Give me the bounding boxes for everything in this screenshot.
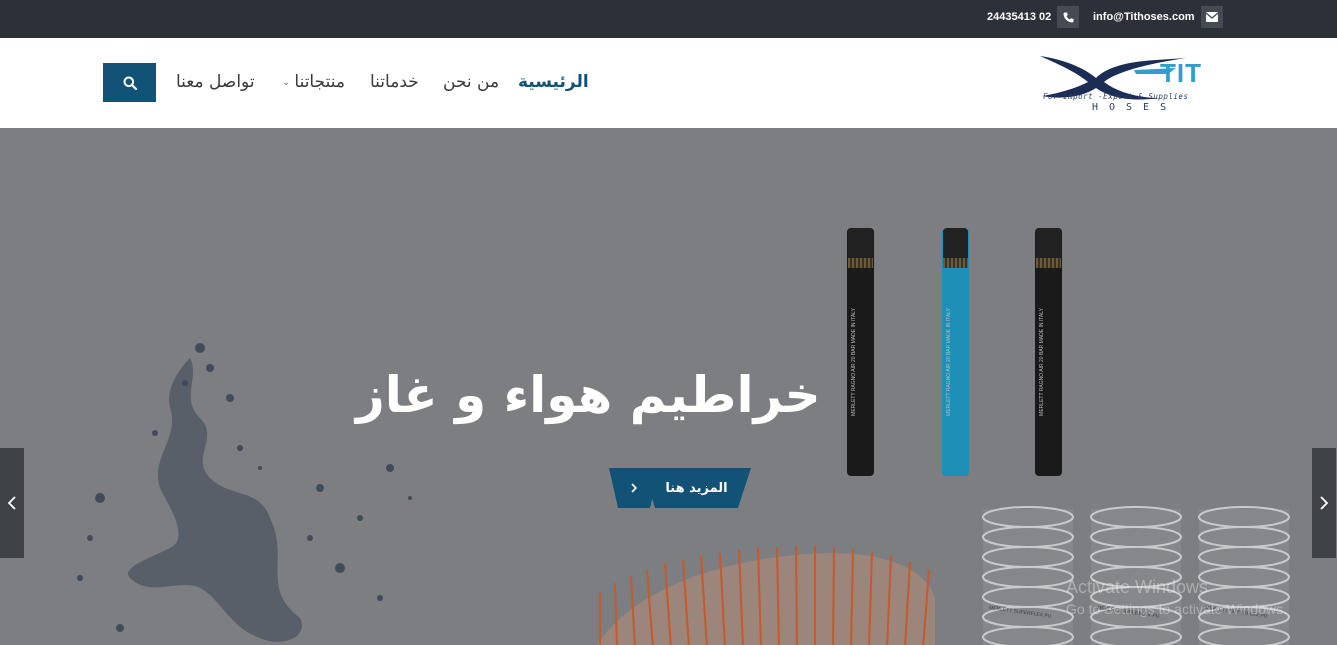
nav-contact[interactable]: تواصل معنا xyxy=(176,69,255,95)
read-more-button[interactable]: المزيد هنا xyxy=(609,468,751,508)
nav-products-label[interactable]: منتجاتنا xyxy=(294,72,345,92)
chevron-left-icon xyxy=(7,496,16,510)
logo-tagline: For Import -Export & Supplies xyxy=(1043,92,1189,101)
search-icon xyxy=(123,76,137,90)
nav-products[interactable]: منتجاتنا ⌄ xyxy=(282,69,345,95)
black-hose-image: MERLETT RAGNO AIR 20 BAR MADE IN ITALY xyxy=(1035,228,1062,476)
phone-contact[interactable]: 24435413 02 xyxy=(987,6,1080,28)
top-bar: info@Tithoses.com 24435413 02 xyxy=(0,0,1337,38)
blue-hose-image: MERLETT RAGNO AIR 20 BAR MADE IN ITALY xyxy=(942,228,969,476)
nav-about[interactable]: من نحن xyxy=(443,69,499,95)
slider-next-button[interactable] xyxy=(1312,448,1336,558)
windows-activation-watermark: Activate Windows xyxy=(1066,577,1209,597)
email-contact[interactable]: info@Tithoses.com xyxy=(1093,6,1223,28)
phone-icon xyxy=(1057,6,1080,28)
read-more-label[interactable]: المزيد هنا xyxy=(642,468,751,508)
hero-title: خراطيم هواء و غاز xyxy=(356,366,821,424)
nav-home[interactable]: الرئيسية xyxy=(518,69,589,95)
slider-prev-button[interactable] xyxy=(0,448,24,558)
search-button[interactable] xyxy=(103,63,156,102)
spiral-hoses-image: MERLETT SUPERFLEX PU MERLETT SUPERFLEX P… xyxy=(982,506,1290,645)
hero-slider: MERLETT RAGNO AIR 20 BAR MADE IN ITALY M… xyxy=(0,128,1337,645)
phone-text[interactable]: 24435413 02 xyxy=(987,11,1051,23)
envelope-icon xyxy=(1200,6,1223,28)
logo-subtitle: HOSES xyxy=(1092,102,1178,113)
svg-text:TIT: TIT xyxy=(1160,58,1202,88)
windows-activation-subtext: Go to Settings to activate Windows. xyxy=(1066,601,1287,617)
email-text[interactable]: info@Tithoses.com xyxy=(1093,11,1195,23)
chevron-down-icon: ⌄ xyxy=(282,76,291,88)
wire-hose-image xyxy=(596,545,935,645)
site-header: TIT For Import -Export & Supplies HOSES … xyxy=(0,38,1337,128)
chevron-right-icon xyxy=(1320,496,1329,510)
chevron-right-icon[interactable] xyxy=(609,468,659,508)
black-hose-image: MERLETT RAGNO AIR 20 BAR MADE IN ITALY xyxy=(847,228,874,476)
nav-services[interactable]: خدماتنا xyxy=(370,69,419,95)
